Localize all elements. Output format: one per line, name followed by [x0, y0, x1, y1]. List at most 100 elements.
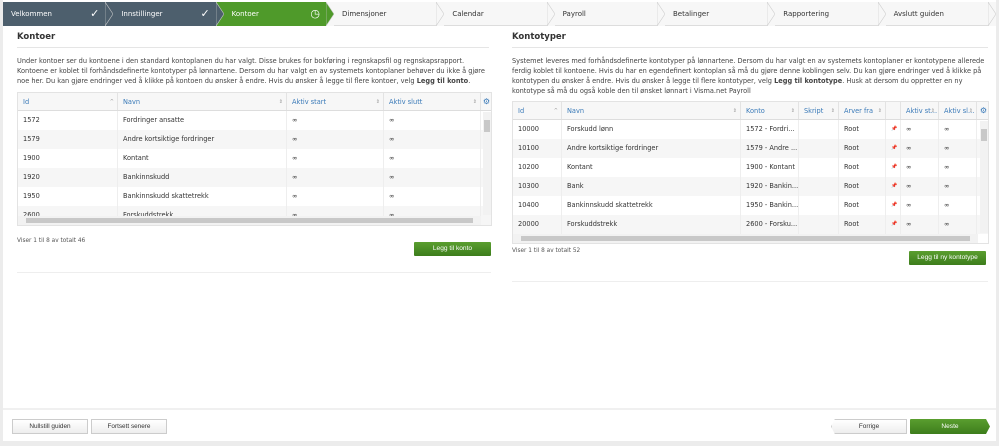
gear-icon[interactable]: ⚙ — [980, 106, 987, 115]
table-cell: 1579 — [18, 130, 118, 149]
table-cell: 1579 - Andre ... — [741, 139, 799, 158]
sort-icon[interactable]: ⇕ — [733, 102, 737, 119]
column-header[interactable]: Navn ⇕ — [118, 93, 287, 110]
pin-icon: 📌 — [886, 215, 901, 234]
kontoer-panel: Kontoer Under kontoer ser du kontoene i … — [17, 32, 489, 86]
table-cell: 1572 — [18, 111, 118, 130]
reset-guide-button[interactable]: Nullstill guiden — [12, 419, 88, 434]
table-row[interactable]: 10200 Kontant 1900 - Kontant Root 📌 ∞ ∞ — [513, 158, 988, 177]
wizard-step-avslutt-guiden[interactable]: Avslutt guiden — [886, 1, 997, 27]
scroll-thumb[interactable] — [484, 120, 490, 132]
step-separator — [325, 1, 335, 27]
table-cell: 1920 — [18, 168, 118, 187]
column-header[interactable]: Aktiv start ⇕ — [287, 93, 384, 110]
column-label: Skript — [804, 107, 824, 115]
step-separator — [656, 1, 666, 27]
add-account-type-button[interactable]: Legg til ny kontotype — [909, 251, 986, 265]
wizard-step-dimensjoner[interactable]: Dimensjoner — [334, 1, 445, 27]
table-cell — [799, 158, 839, 177]
wizard-step-betalinger[interactable]: Betalinger — [665, 1, 776, 27]
table-cell: 10200 — [513, 158, 562, 177]
scroll-thumb[interactable] — [521, 236, 970, 241]
column-header[interactable]: Id ^ — [513, 102, 562, 119]
kontotyper-description: Systemet leveres med forhåndsdefinerte k… — [512, 56, 988, 96]
next-button[interactable]: Neste — [910, 419, 990, 434]
table-cell: Bankinnskudd skattetrekk — [562, 196, 741, 215]
table-cell: ∞ — [384, 168, 481, 187]
table-cell: Andre kortsiktige fordringer — [118, 130, 287, 149]
check-icon: ✓ — [90, 7, 100, 20]
sort-icon[interactable]: ⇕ — [969, 102, 973, 119]
pin-icon: 📌 — [886, 120, 901, 139]
table-cell: 1900 — [18, 149, 118, 168]
column-label: Id — [518, 107, 525, 115]
table-cell: Root — [839, 139, 886, 158]
vertical-scrollbar[interactable] — [483, 112, 491, 215]
column-header[interactable] — [886, 102, 901, 119]
step-label: Payroll — [562, 10, 586, 18]
column-header[interactable]: Arver fra ⇕ — [839, 102, 886, 119]
sort-icon[interactable]: ⇕ — [473, 93, 477, 110]
table-cell: ∞ — [939, 158, 977, 177]
sort-icon[interactable]: ⇕ — [831, 102, 835, 119]
table-cell: 1950 — [18, 187, 118, 206]
horizontal-scrollbar[interactable] — [513, 234, 978, 243]
check-icon: ✓ — [200, 7, 210, 20]
table-row[interactable]: 1950 Bankinnskudd skattetrekk ∞ ∞ — [18, 187, 491, 206]
table-cell: 1900 - Kontant — [741, 158, 799, 177]
wizard-step-rapportering[interactable]: Rapportering — [775, 1, 886, 27]
sort-icon[interactable]: ^ — [554, 102, 558, 119]
table-cell: ∞ — [901, 120, 939, 139]
add-account-button[interactable]: Legg til konto — [414, 242, 491, 256]
divider — [17, 272, 491, 273]
column-header[interactable]: Skript ⇕ — [799, 102, 839, 119]
table-row[interactable]: 1579 Andre kortsiktige fordringer ∞ ∞ — [18, 130, 491, 149]
gear-icon[interactable]: ⚙ — [483, 97, 490, 106]
column-header[interactable]: Aktiv slutt ⇕ — [384, 93, 481, 110]
scroll-thumb[interactable] — [981, 129, 987, 141]
sort-icon[interactable]: ⇕ — [279, 93, 283, 110]
wizard-step-velkommen[interactable]: Velkommen ✓ — [3, 1, 114, 27]
table-cell: 10300 — [513, 177, 562, 196]
scroll-thumb[interactable] — [26, 218, 473, 223]
column-header[interactable]: Aktiv st... ⇕ — [901, 102, 939, 119]
column-header[interactable]: Id ^ — [18, 93, 118, 110]
sort-icon[interactable]: ⇕ — [878, 102, 882, 119]
table-row[interactable]: 1572 Fordringer ansatte ∞ ∞ — [18, 111, 491, 130]
column-header[interactable]: Navn ⇕ — [562, 102, 741, 119]
wizard-step-payroll[interactable]: Payroll — [555, 1, 666, 27]
table-cell: Root — [839, 215, 886, 234]
desc-bold: Legg til konto — [416, 77, 469, 85]
table-row[interactable]: 1920 Bankinnskudd ∞ ∞ — [18, 168, 491, 187]
kontoer-count: Viser 1 til 8 av totalt 46 — [17, 238, 86, 244]
horizontal-scrollbar[interactable] — [18, 216, 481, 225]
table-cell: Fordringer ansatte — [118, 111, 287, 130]
column-header[interactable]: Konto ⇕ — [741, 102, 799, 119]
column-label: Aktiv start — [292, 98, 327, 106]
table-row[interactable]: 10400 Bankinnskudd skattetrekk 1950 - Bank… — [513, 196, 988, 215]
sort-icon[interactable]: ^ — [110, 93, 114, 110]
wizard-step-innstillinger[interactable]: Innstillinger ✓ — [113, 1, 225, 27]
wizard-step-calendar[interactable]: Calendar — [444, 1, 556, 27]
column-header[interactable]: Aktiv sl... ⇕ — [939, 102, 977, 119]
table-cell: Andre kortsiktige fordringer — [562, 139, 741, 158]
table-cell: ∞ — [287, 187, 384, 206]
table-row[interactable]: 10300 Bank 1920 - Bankin... Root 📌 ∞ ∞ — [513, 177, 988, 196]
step-label: Betalinger — [672, 10, 710, 18]
table-row[interactable]: 10000 Forskudd lønn 1572 - Fordri... Root 📌 ∞… — [513, 120, 988, 139]
table-cell: Forskudd lønn — [562, 120, 741, 139]
table-cell: Kontant — [562, 158, 741, 177]
table-cell: ∞ — [384, 149, 481, 168]
previous-button[interactable]: Forrige — [831, 419, 907, 434]
sort-icon[interactable]: ⇕ — [931, 102, 935, 119]
sort-icon[interactable]: ⇕ — [376, 93, 380, 110]
table-row[interactable]: 1900 Kontant ∞ ∞ — [18, 149, 491, 168]
sort-icon[interactable]: ⇕ — [791, 102, 795, 119]
vertical-scrollbar[interactable] — [980, 121, 988, 233]
wizard-step-kontoer[interactable]: Kontoer ◷ — [223, 1, 335, 27]
table-cell: 1572 - Fordri... — [741, 120, 799, 139]
continue-later-button[interactable]: Fortsett senere — [91, 419, 167, 434]
step-label: Kontoer — [231, 10, 259, 18]
table-row[interactable]: 20000 Forskuddstrekk 2600 - Forsku... Root 📌… — [513, 215, 988, 234]
table-row[interactable]: 10100 Andre kortsiktige fordringer 1579 - … — [513, 139, 988, 158]
